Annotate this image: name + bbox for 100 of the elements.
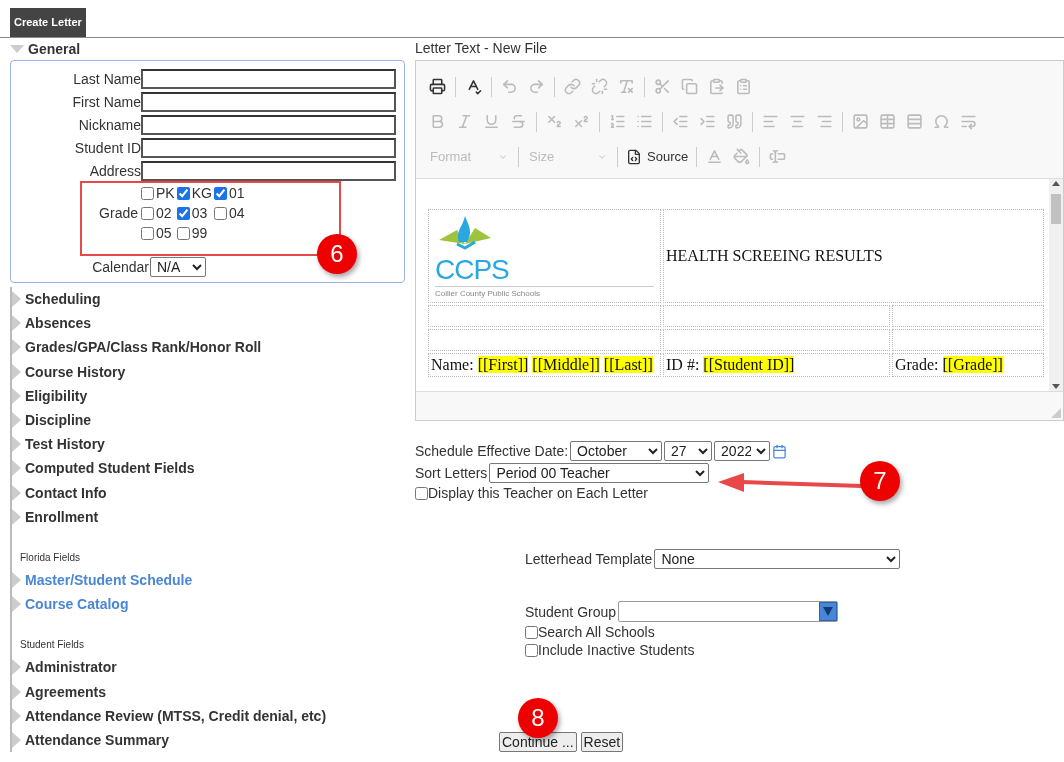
source-icon[interactable] <box>626 148 642 165</box>
step-badge: 7 <box>860 461 900 501</box>
grade-checkbox[interactable] <box>213 186 227 200</box>
collapsed-arrow-icon[interactable] <box>12 571 21 588</box>
checkbox-label: 04 <box>228 205 245 221</box>
calendar-select[interactable]: N/A <box>150 256 206 277</box>
text-field[interactable] <box>141 91 396 112</box>
field-label: Grade <box>98 205 138 221</box>
grade-checkbox[interactable] <box>176 186 190 200</box>
checkbox-label: 01 <box>228 185 245 201</box>
option-checkbox[interactable] <box>525 625 538 639</box>
section-link[interactable]: Master/Student Schedule <box>25 571 193 588</box>
option-checkbox[interactable] <box>525 643 538 657</box>
create-letter-tab[interactable]: Create Letter <box>10 8 86 37</box>
section-item[interactable]: Administrator <box>25 659 117 676</box>
grade-checkbox[interactable] <box>176 226 190 240</box>
text-field[interactable] <box>141 160 396 181</box>
group-heading: Student Fields <box>19 638 85 653</box>
grade-checkbox[interactable] <box>141 226 154 240</box>
collapsed-arrow-icon[interactable] <box>12 436 21 453</box>
section-item[interactable]: Attendance Summary <box>25 731 169 748</box>
print-icon[interactable] <box>429 78 446 95</box>
section-item[interactable]: Absences <box>25 315 92 332</box>
checkbox-label: Search All Schools <box>538 624 655 640</box>
merge-field-text: ID #: [[Student ID]] <box>666 356 795 373</box>
source-button[interactable]: Source <box>622 146 693 167</box>
grade-checkbox[interactable] <box>213 206 227 220</box>
step-badge: 8 <box>518 698 558 738</box>
field-label: Calendar <box>91 258 150 275</box>
calendar-icon[interactable] <box>772 443 788 459</box>
resize-grip-icon[interactable] <box>1051 408 1061 418</box>
section-item[interactable]: Course History <box>25 363 126 380</box>
section-item[interactable]: Test History <box>25 436 105 453</box>
collapsed-arrow-icon[interactable] <box>12 596 21 613</box>
collapsed-arrow-icon[interactable] <box>12 460 21 477</box>
section-item[interactable]: Discipline <box>25 412 92 429</box>
section-item[interactable]: Agreements <box>25 683 106 700</box>
collapsed-arrow-icon[interactable] <box>12 291 21 308</box>
checkbox-label: 03 <box>191 205 208 221</box>
section-item[interactable]: Enrollment <box>25 508 99 525</box>
field-label: Student ID <box>73 139 141 156</box>
document-title: HEALTH SCREEING RESULTS <box>666 247 883 264</box>
collapsed-arrow-icon[interactable] <box>12 484 21 501</box>
dropdown-arrow-icon[interactable] <box>823 607 834 616</box>
collapsed-arrow-icon[interactable] <box>12 731 21 748</box>
collapsed-arrow-icon[interactable] <box>12 315 21 332</box>
field-label: Last Name <box>72 70 141 87</box>
checkbox-label: Include Inactive Students <box>538 642 695 658</box>
field-label: Address <box>88 162 141 179</box>
section-item[interactable]: Computed Student Fields <box>25 460 195 477</box>
month-select[interactable]: October <box>570 441 663 461</box>
collapsed-arrow-icon[interactable] <box>12 659 21 676</box>
text-field[interactable] <box>141 68 396 89</box>
checkbox-label: KG <box>191 185 212 201</box>
field-label: Letterhead Template <box>525 551 653 567</box>
merge-field-text: Grade: [[Grade]] <box>895 356 1003 373</box>
section-item[interactable]: Grades/GPA/Class Rank/Honor Roll <box>25 339 262 356</box>
student-group-field[interactable] <box>618 601 839 622</box>
checkbox-label: 02 <box>156 205 172 221</box>
merge-field-text: Name: [[First]] [[Middle]] [[Last]] <box>431 356 653 373</box>
group-heading: Florida Fields <box>19 550 82 565</box>
step-badge: 6 <box>317 234 357 274</box>
section-item[interactable]: Contact Info <box>25 484 107 501</box>
text-field[interactable] <box>141 114 396 135</box>
spellcheck-icon[interactable] <box>465 78 482 95</box>
sort-select[interactable]: Period 00 Teacher <box>489 463 710 483</box>
collapsed-arrow-icon[interactable] <box>12 339 21 356</box>
day-select[interactable]: 27 <box>664 441 713 461</box>
checkbox-label: 99 <box>191 225 208 241</box>
expanded-arrow-icon[interactable] <box>10 45 24 53</box>
section-item[interactable]: Attendance Review (MTSS, Credit denial, etc) <box>25 707 327 724</box>
editor-title: Letter Text - New File <box>415 39 548 58</box>
checkbox-label: Display this Teacher on Each Letter <box>428 485 648 501</box>
text-field[interactable] <box>141 137 396 158</box>
section-link[interactable]: Course Catalog <box>25 596 129 613</box>
collapsed-arrow-icon[interactable] <box>12 412 21 429</box>
collapsed-arrow-icon[interactable] <box>12 683 21 700</box>
checkbox-label: 05 <box>156 225 172 241</box>
grade-checkbox[interactable] <box>141 186 154 200</box>
school-logo: CCPS Collier County Public Schools <box>431 212 659 300</box>
grade-checkbox[interactable] <box>141 206 154 220</box>
letterhead-select[interactable]: None <box>654 549 901 569</box>
collapsed-arrow-icon[interactable] <box>12 387 21 404</box>
year-select[interactable]: 2022 <box>714 441 771 461</box>
collapsed-arrow-icon[interactable] <box>12 363 21 380</box>
teacher-checkbox[interactable] <box>415 486 428 500</box>
reset-button[interactable]: Reset <box>580 732 624 752</box>
collapsed-arrow-icon[interactable] <box>12 508 21 525</box>
section-item[interactable]: Scheduling <box>25 291 101 308</box>
section-item[interactable]: Eligibility <box>25 387 88 404</box>
section-title: General <box>28 41 81 57</box>
grade-checkbox[interactable] <box>176 206 190 220</box>
scrollbar[interactable] <box>1049 179 1063 391</box>
field-label: Schedule Effective Date: <box>415 443 569 459</box>
collapsed-arrow-icon[interactable] <box>12 707 21 724</box>
field-label: Sort Letters <box>415 465 488 481</box>
continue-button[interactable]: Continue ... <box>499 732 577 752</box>
field-label: First Name <box>71 93 141 110</box>
checkbox-label: PK <box>156 185 175 201</box>
field-label: Nickname <box>77 116 141 133</box>
